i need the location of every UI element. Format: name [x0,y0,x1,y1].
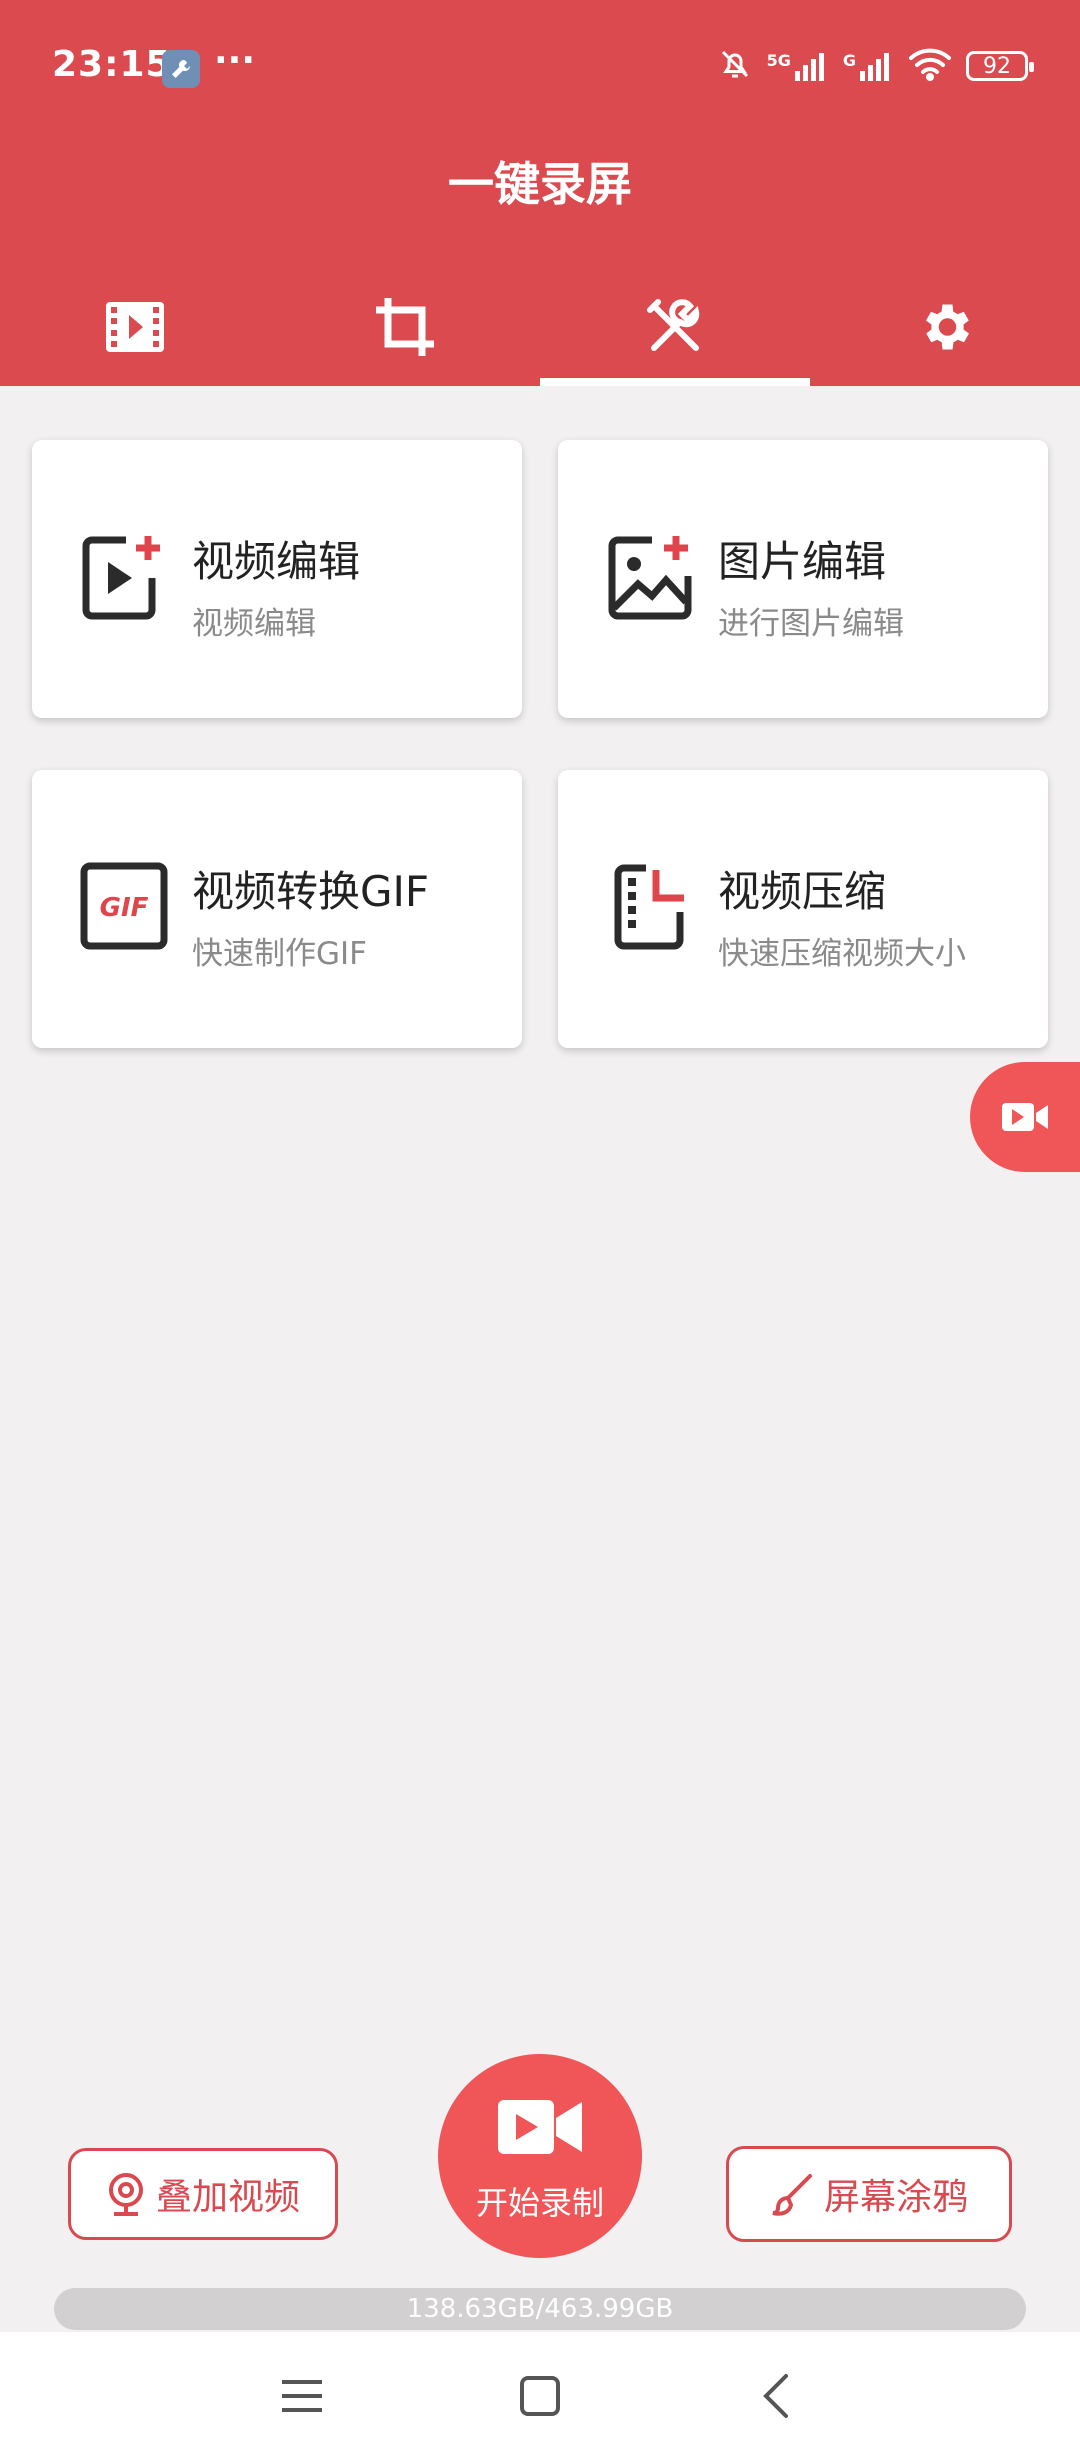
floating-record-button[interactable] [970,1062,1080,1172]
video-camera-icon [498,2100,582,2154]
more-notifications-icon: ··· [214,40,256,81]
tab-crop[interactable] [270,268,540,386]
image-add-icon [608,536,692,620]
card-image-edit[interactable]: 图片编辑 进行图片编辑 [558,440,1048,718]
wrench-icon [162,50,200,88]
gear-icon [926,304,969,350]
screen-doodle-button[interactable]: 屏幕涂鸦 [726,2146,1012,2242]
card-subtitle: 视频编辑 [192,606,316,642]
storage-usage: 138.63GB/463.99GB [54,2288,1026,2330]
video-add-icon [82,536,160,620]
overlay-video-label: 叠加视频 [155,2177,300,2218]
brush-icon [772,2174,812,2216]
card-subtitle: 进行图片编辑 [718,606,904,642]
card-title: 图片编辑 [718,537,887,586]
app-header: 23:15 ··· 5G G 92 一键录屏 [0,0,1080,386]
card-subtitle: 快速压缩视频大小 [718,936,966,972]
signal-g-icon: G [843,51,894,81]
mute-bell-icon [717,46,753,86]
menu-icon[interactable] [274,2368,330,2424]
tab-settings[interactable] [810,268,1080,386]
card-title: 视频编辑 [192,537,361,586]
svg-text:GIF: GIF [100,893,149,923]
card-title: 视频压缩 [718,867,887,916]
status-bar: 23:15 ··· 5G G 92 [0,0,1080,136]
card-title: 视频转换GIF [192,867,430,916]
card-subtitle: 快速制作GIF [192,936,367,972]
wifi-icon [908,47,952,85]
battery-icon: 92 [966,51,1034,81]
start-record-label: 开始录制 [475,2184,604,2222]
webcam-icon [108,2173,143,2216]
card-video-compress[interactable]: 视频压缩 快速压缩视频大小 [558,770,1048,1048]
compress-icon [614,864,684,950]
tools-icon [647,299,700,351]
tab-videos[interactable] [0,268,270,386]
app-title: 一键录屏 [448,157,632,211]
card-video-to-gif[interactable]: GIF 视频转换GIF 快速制作GIF [32,770,522,1048]
status-icons: 5G G 92 [717,46,1034,86]
home-icon[interactable] [512,2368,568,2424]
system-nav-bar [0,2332,1080,2460]
film-icon [106,302,164,352]
overlay-video-button[interactable]: 叠加视频 [68,2148,338,2240]
tab-tools[interactable] [540,268,810,386]
card-video-edit[interactable]: 视频编辑 视频编辑 [32,440,522,718]
gif-icon: GIF [80,862,168,950]
screen-doodle-label: 屏幕涂鸦 [823,2177,968,2218]
crop-icon [376,298,434,356]
tab-bar [0,268,1080,386]
video-camera-icon [1002,1103,1048,1131]
back-icon[interactable] [750,2368,806,2424]
signal-5g-icon: 5G [767,51,829,81]
start-record-button[interactable]: 开始录制 [438,2054,642,2258]
status-time: 23:15 [52,44,172,85]
